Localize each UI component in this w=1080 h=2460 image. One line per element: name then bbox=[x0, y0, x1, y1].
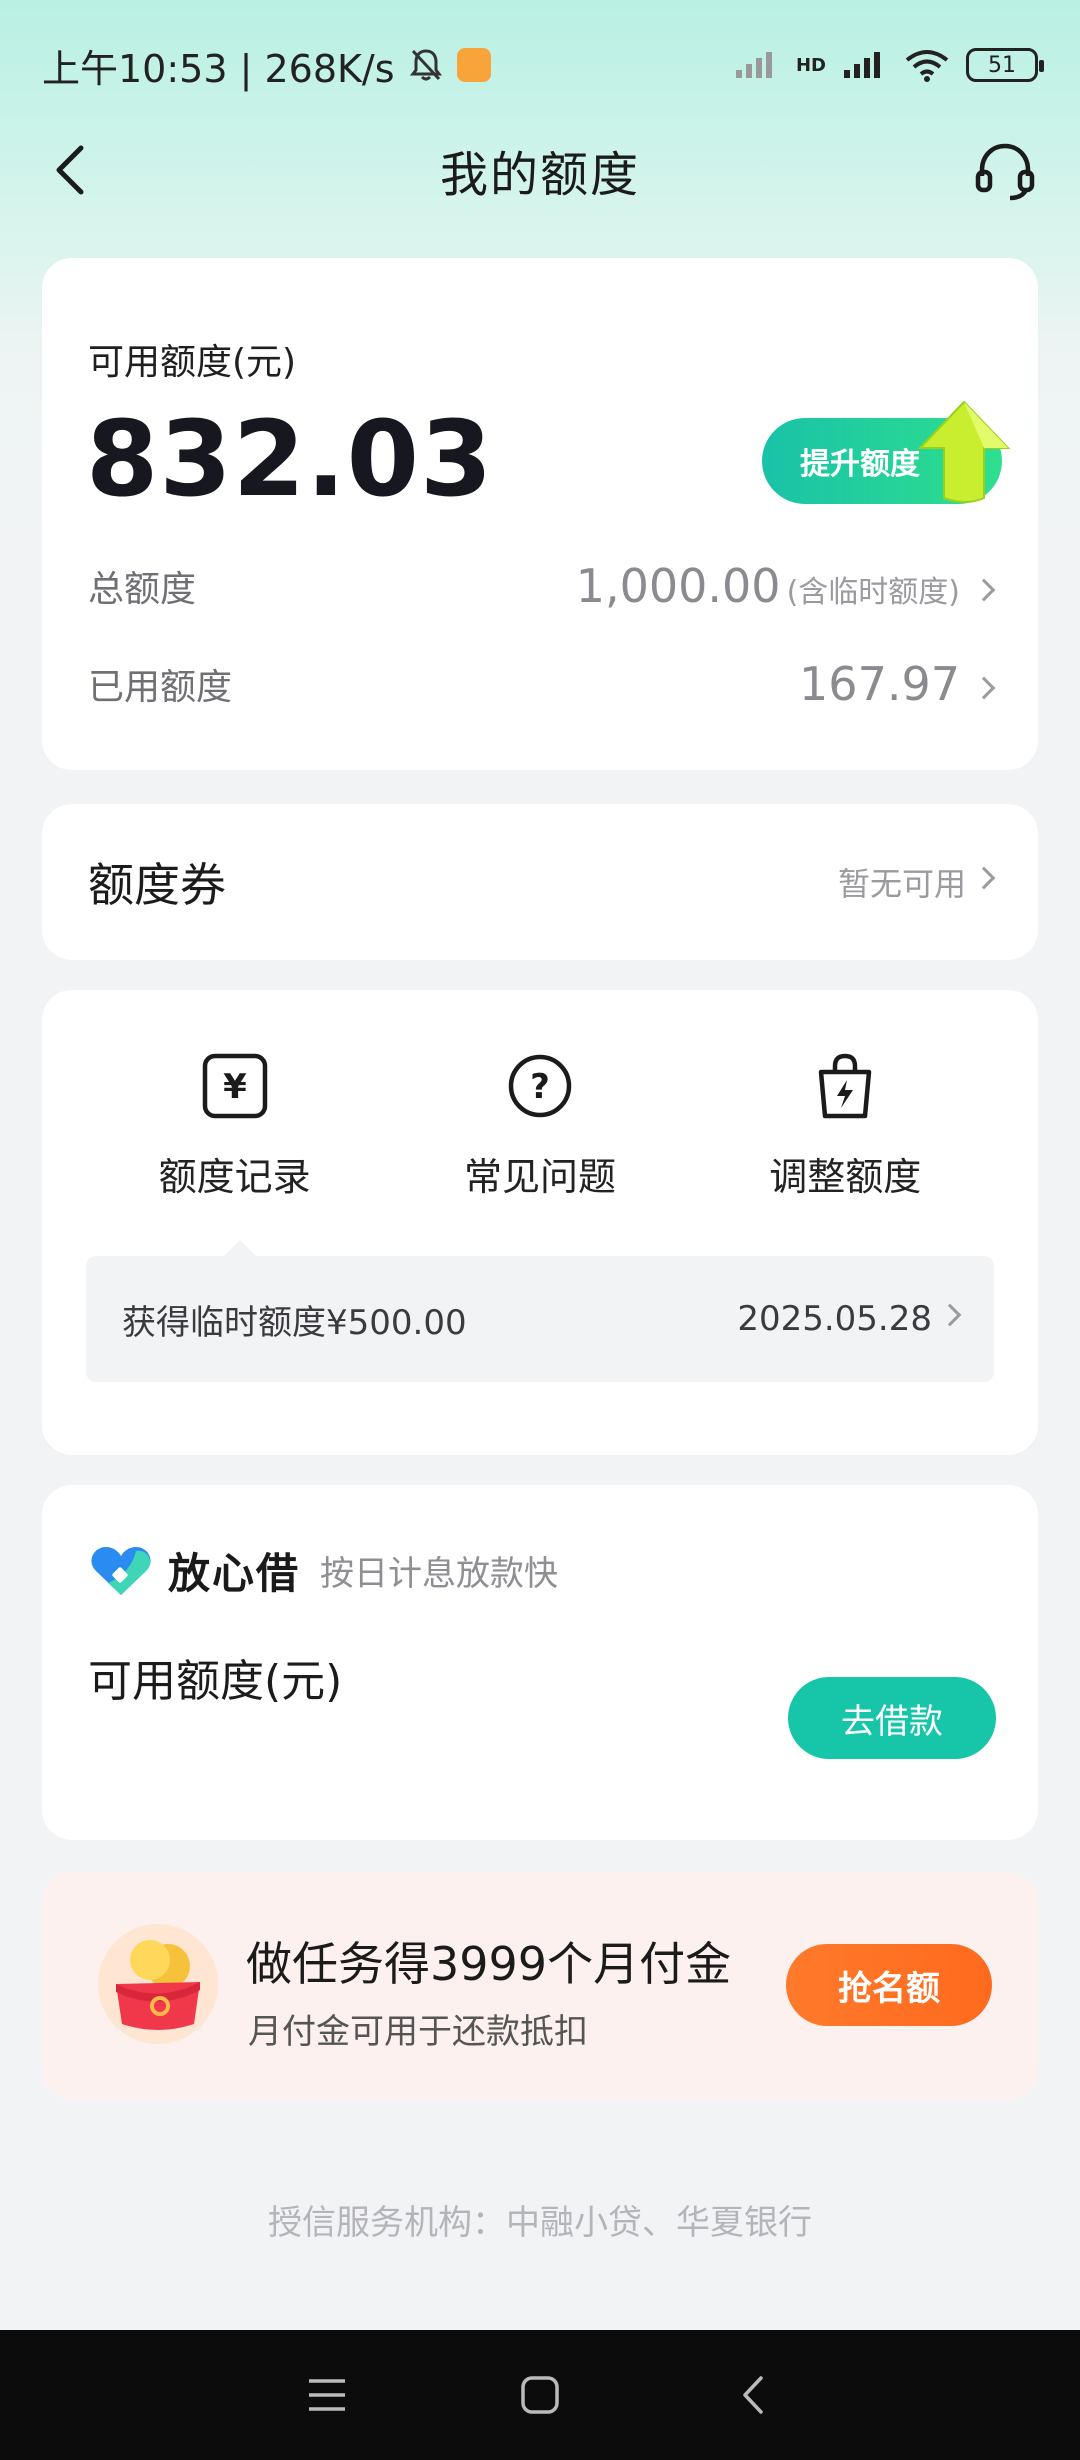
signal-weak-icon bbox=[735, 52, 772, 78]
used-credit-row[interactable]: 已用额度 167.97 bbox=[88, 654, 996, 714]
status-left: 上午10:53 | 268K/s bbox=[42, 38, 491, 93]
customer-service-button[interactable] bbox=[970, 136, 1040, 206]
available-credit-label: 可用额度(元) bbox=[88, 342, 297, 383]
notice-date-group: 2025.05.28 bbox=[737, 1299, 962, 1339]
shortcut-label: 调整额度 bbox=[769, 1155, 922, 1199]
shortcut-row: ¥ 额度记录 ? 常见问题 调整额度 bbox=[42, 1050, 1038, 1201]
bell-muted-icon bbox=[409, 49, 442, 81]
coupon-status: 暂无可用 bbox=[837, 865, 966, 903]
notice-date: 2025.05.28 bbox=[737, 1299, 932, 1339]
header: 我的额度 bbox=[0, 130, 1080, 210]
used-credit-label: 已用额度 bbox=[88, 667, 233, 708]
coupon-status-group: 暂无可用 bbox=[837, 859, 996, 905]
chevron-right-icon bbox=[972, 578, 996, 602]
available-credit-amount: 832.03 bbox=[86, 398, 494, 520]
status-bar: 上午10:53 | 268K/s HD 51 bbox=[0, 0, 1080, 130]
chevron-right-icon bbox=[972, 866, 996, 890]
page: 上午10:53 | 268K/s HD 51 我的额度 可用额度(元) 832.… bbox=[0, 0, 1080, 2460]
menu-icon bbox=[308, 2379, 345, 2411]
nav-back-icon bbox=[743, 2376, 764, 2414]
total-credit-row[interactable]: 总额度 1,000.00 (含临时额度) bbox=[88, 556, 996, 616]
total-credit-note: (含临时额度) bbox=[786, 575, 960, 610]
borrow-button[interactable]: 去借款 bbox=[788, 1677, 996, 1759]
grab-quota-button[interactable]: 抢名额 bbox=[786, 1944, 992, 2026]
yuan-note-icon: ¥ bbox=[202, 1053, 267, 1119]
red-packet-coin-icon bbox=[98, 1924, 218, 2044]
headset-icon bbox=[975, 143, 1035, 201]
chevron-right-icon bbox=[972, 676, 996, 700]
credit-coupon-row[interactable]: 额度券 暂无可用 bbox=[42, 804, 1038, 960]
shortcut-adjust-credit[interactable]: 调整额度 bbox=[725, 1050, 965, 1201]
back-arrow-icon bbox=[56, 145, 84, 195]
promo-title: 做任务得3999个月付金 bbox=[246, 1937, 732, 1991]
loan-brand: 放心借 按日计息放款快 bbox=[88, 1540, 558, 1601]
wifi-icon bbox=[905, 50, 949, 82]
chevron-right-icon bbox=[938, 1303, 962, 1327]
shortcut-label: 常见问题 bbox=[463, 1155, 616, 1199]
bag-lightning-icon bbox=[819, 1053, 872, 1119]
temporary-credit-notice[interactable]: 获得临时额度¥500.00 2025.05.28 bbox=[86, 1240, 994, 1382]
question-circle-icon: ? bbox=[508, 1054, 572, 1118]
network-type-label: HD bbox=[795, 54, 826, 76]
loan-card: 放心借 按日计息放款快 可用额度(元) 去借款 bbox=[42, 1485, 1038, 1840]
coupon-label: 额度券 bbox=[88, 858, 226, 912]
total-credit-value-group: 1,000.00 (含临时额度) bbox=[575, 559, 996, 613]
heart-logo-icon bbox=[91, 1546, 151, 1595]
loan-brand-name: 放心借 bbox=[168, 1549, 301, 1598]
shortcut-label: 额度记录 bbox=[158, 1155, 311, 1199]
battery-level: 51 bbox=[988, 52, 1016, 78]
status-right: HD 51 bbox=[734, 48, 1044, 82]
total-credit-label: 总额度 bbox=[88, 569, 197, 610]
loan-slogan: 按日计息放款快 bbox=[320, 1554, 559, 1594]
shortcut-credit-record[interactable]: ¥ 额度记录 bbox=[115, 1050, 355, 1201]
page-title: 我的额度 bbox=[439, 147, 640, 203]
svg-text:¥: ¥ bbox=[223, 1067, 247, 1107]
used-credit-value-group: 167.97 bbox=[799, 657, 996, 711]
shortcut-faq[interactable]: ? 常见问题 bbox=[420, 1050, 660, 1201]
back-button[interactable] bbox=[40, 138, 100, 202]
used-credit-value: 167.97 bbox=[799, 657, 960, 711]
battery-icon: 51 bbox=[966, 48, 1044, 82]
nav-home-button[interactable] bbox=[500, 2355, 580, 2435]
up-arrow-icon bbox=[917, 400, 1011, 503]
promo-subtitle: 月付金可用于还款抵扣 bbox=[248, 2012, 588, 2052]
raise-credit-label: 提升额度 bbox=[800, 447, 920, 482]
svg-text:?: ? bbox=[530, 1067, 550, 1107]
nav-back-button[interactable] bbox=[713, 2355, 793, 2435]
credit-summary-card: 可用额度(元) 832.03 提升额度 总额度 1,000.00 (含临时额度)… bbox=[42, 258, 1038, 770]
nav-menu-button[interactable] bbox=[287, 2355, 367, 2435]
credit-institution-note: 授信服务机构：中融小贷、华夏银行 bbox=[268, 2203, 812, 2243]
promo-banner[interactable]: 做任务得3999个月付金 月付金可用于还款抵扣 抢名额 bbox=[42, 1872, 1038, 2100]
raise-credit-button[interactable]: 提升额度 bbox=[762, 400, 1011, 504]
loan-available-label: 可用额度(元) bbox=[88, 1656, 343, 1707]
shortcut-card: ¥ 额度记录 ? 常见问题 调整额度 获得临时额度¥500.00 2025.05… bbox=[42, 990, 1038, 1455]
system-nav-bar bbox=[0, 2330, 1080, 2460]
signal-strong-icon bbox=[844, 52, 880, 78]
notice-text: 获得临时额度¥500.00 bbox=[122, 1302, 467, 1343]
notification-app-icon bbox=[456, 48, 491, 82]
home-square-icon bbox=[521, 2376, 559, 2414]
status-time: 上午10:53 | 268K/s bbox=[42, 46, 395, 91]
total-credit-value: 1,000.00 bbox=[575, 559, 781, 613]
